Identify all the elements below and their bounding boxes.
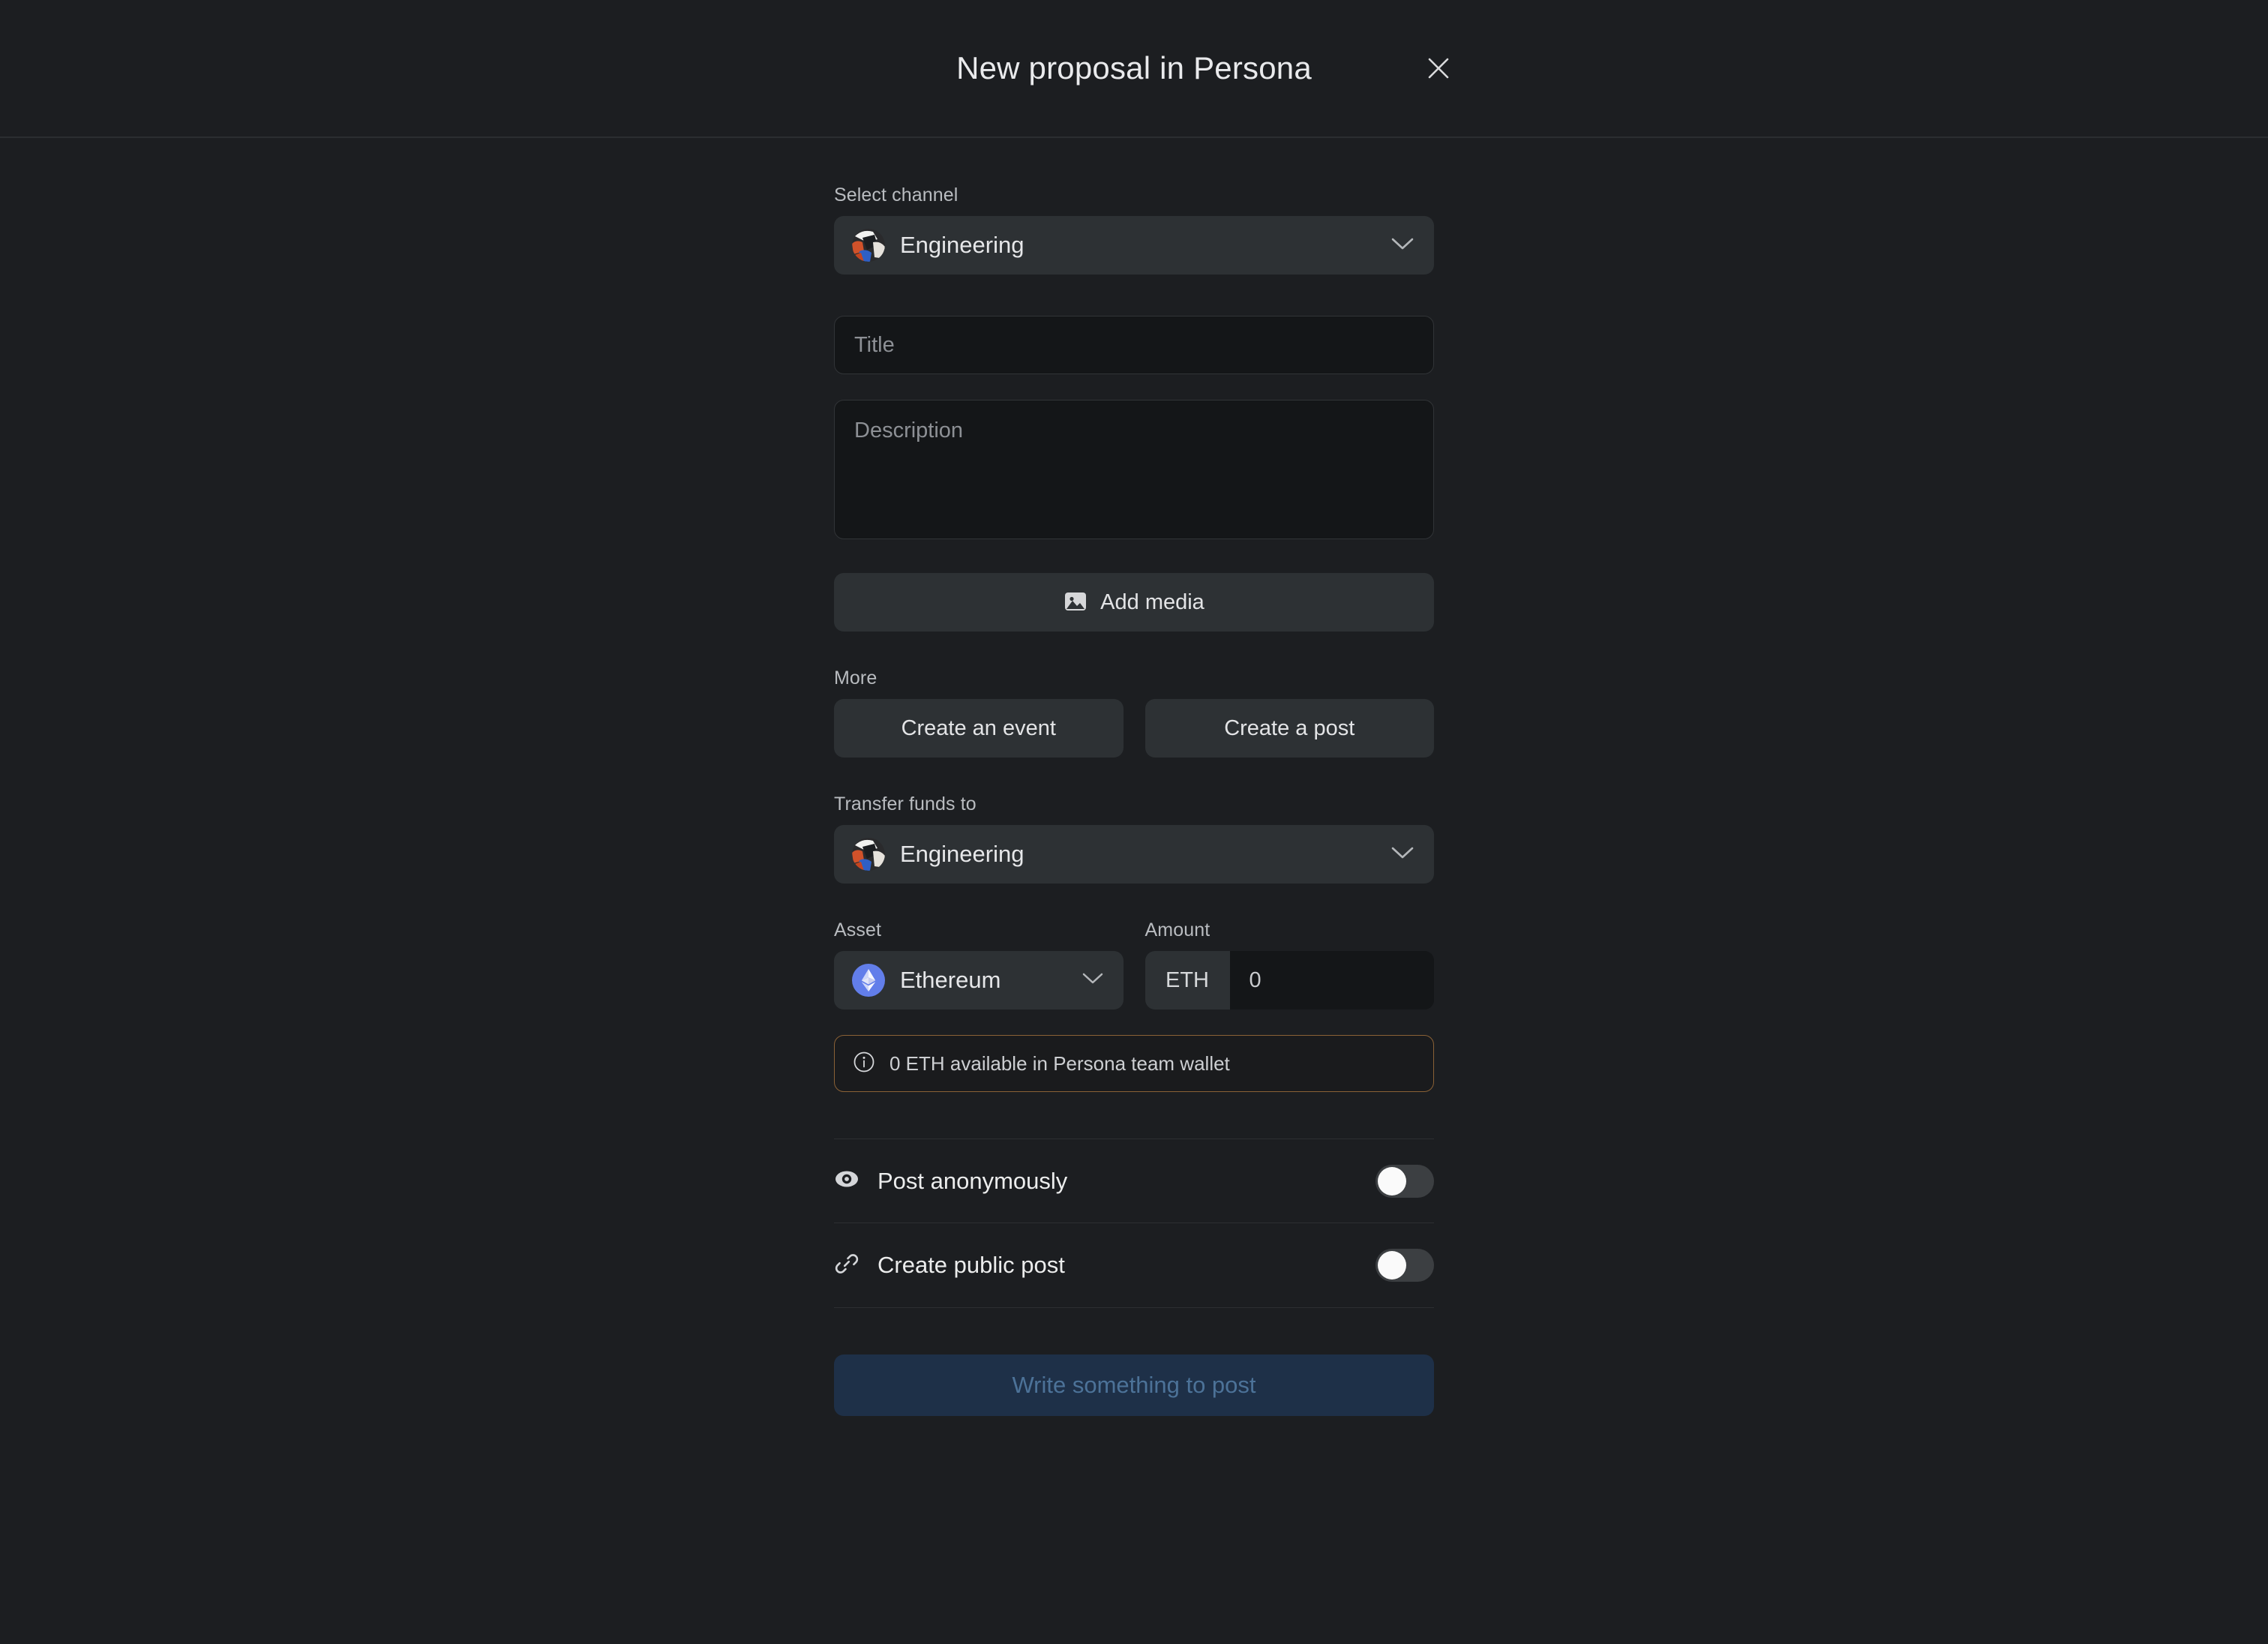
create-post-button[interactable]: Create a post xyxy=(1144,699,1434,758)
transfer-target-select[interactable]: Engineering xyxy=(834,825,1434,884)
balance-notice-text: 0 ETH available in Persona team wallet xyxy=(890,1052,1230,1075)
transfer-section: Transfer funds to Engineering xyxy=(834,794,1434,884)
ethereum-icon xyxy=(852,964,885,997)
create-event-button[interactable]: Create an event xyxy=(834,699,1124,758)
post-anonymously-row[interactable]: Post anonymously xyxy=(834,1138,1434,1223)
close-icon xyxy=(1426,56,1451,81)
modal-header: New proposal in Persona xyxy=(0,0,2268,138)
add-media-label: Add media xyxy=(1100,590,1204,614)
amount-field: ETH xyxy=(1144,951,1434,1010)
modal-body: Select channel Engineering Title Descrip… xyxy=(834,138,1434,1416)
image-icon xyxy=(1064,590,1088,616)
submit-button[interactable]: Write something to post xyxy=(834,1354,1434,1416)
create-public-post-row[interactable]: Create public post xyxy=(834,1223,1434,1308)
more-label: More xyxy=(834,668,878,688)
channel-avatar xyxy=(852,229,885,262)
channel-select[interactable]: Engineering xyxy=(834,216,1434,274)
toggle-knob xyxy=(1378,1166,1406,1196)
asset-label: Asset xyxy=(834,920,882,940)
balance-notice-section: 0 ETH available in Persona team wallet xyxy=(834,1035,1434,1092)
close-button[interactable] xyxy=(1415,45,1462,92)
title-input[interactable] xyxy=(834,316,1434,374)
post-anonymously-toggle[interactable] xyxy=(1376,1164,1434,1198)
transfer-target-value: Engineering xyxy=(900,841,1024,867)
toggle-knob xyxy=(1378,1251,1406,1280)
amount-label: Amount xyxy=(1144,920,1210,940)
eye-icon xyxy=(834,1166,860,1196)
post-anonymously-label: Post anonymously xyxy=(878,1167,1068,1194)
asset-value: Ethereum xyxy=(900,967,1001,993)
asset-select[interactable]: Ethereum xyxy=(834,951,1124,1010)
title-section xyxy=(834,316,1434,374)
channel-label: Select channel xyxy=(834,184,958,206)
submit-section: Write something to post xyxy=(834,1354,1434,1416)
link-icon xyxy=(834,1251,860,1280)
amount-currency-prefix: ETH xyxy=(1144,951,1230,1010)
channel-value: Engineering xyxy=(900,232,1024,258)
add-media-section: Add media xyxy=(834,573,1434,632)
page-title: New proposal in Persona xyxy=(956,50,1312,86)
channel-avatar xyxy=(852,838,885,871)
create-public-post-toggle[interactable] xyxy=(1376,1249,1434,1282)
transfer-label: Transfer funds to xyxy=(834,794,976,814)
create-public-post-label: Create public post xyxy=(878,1252,1065,1278)
asset-amount-row: Asset Ethereum Amount ETH 0 xyxy=(834,920,1434,1010)
asset-section: Asset Ethereum xyxy=(834,920,1124,1010)
description-section xyxy=(834,400,1434,543)
channel-section: Select channel Engineering xyxy=(834,184,1434,274)
chevron-down-icon xyxy=(1390,236,1414,255)
options-section: Post anonymously Create public post xyxy=(834,1138,1434,1308)
info-icon xyxy=(853,1051,875,1077)
amount-input[interactable] xyxy=(1229,951,1434,1010)
balance-notice: 0 ETH available in Persona team wallet xyxy=(834,1035,1434,1092)
chevron-down-icon xyxy=(1390,845,1414,864)
chevron-down-icon xyxy=(1082,971,1104,989)
add-media-button[interactable]: Add media xyxy=(834,573,1434,632)
more-section: More Create an event Create a post xyxy=(834,668,1434,758)
amount-section: Amount ETH xyxy=(1144,920,1434,1010)
description-input[interactable] xyxy=(834,400,1434,539)
more-buttons: Create an event Create a post xyxy=(834,699,1434,758)
